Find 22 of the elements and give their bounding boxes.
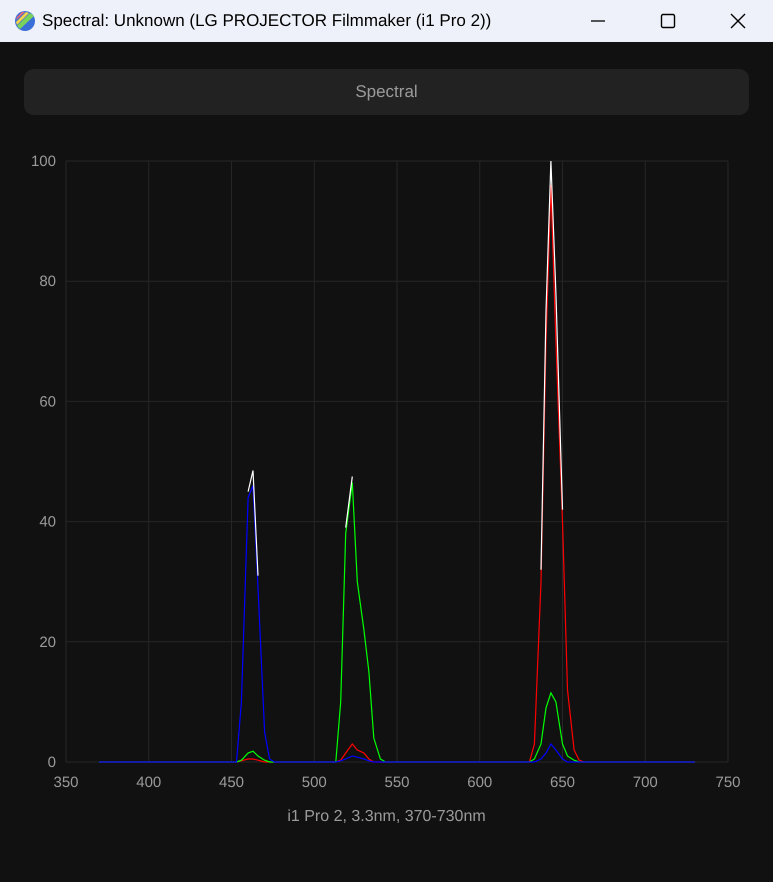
x-tick-label: 650 bbox=[550, 774, 576, 791]
x-tick-label: 750 bbox=[715, 774, 741, 791]
chart-caption: i1 Pro 2, 3.3nm, 370-730nm bbox=[287, 808, 486, 825]
minimize-icon bbox=[590, 20, 606, 22]
x-tick-label: 400 bbox=[136, 774, 162, 791]
x-tick-label: 600 bbox=[467, 774, 492, 791]
app-logo-icon bbox=[14, 10, 36, 32]
x-tick-label: 550 bbox=[384, 774, 410, 791]
maximize-icon bbox=[660, 13, 676, 29]
spectral-button[interactable]: Spectral bbox=[24, 69, 749, 115]
y-tick-label: 80 bbox=[39, 273, 56, 290]
y-tick-label: 20 bbox=[39, 634, 56, 651]
y-tick-label: 60 bbox=[39, 393, 56, 410]
x-tick-label: 450 bbox=[218, 774, 244, 791]
y-tick-label: 100 bbox=[30, 153, 56, 170]
y-tick-label: 40 bbox=[39, 514, 56, 531]
close-icon bbox=[730, 13, 746, 29]
x-tick-label: 700 bbox=[632, 774, 658, 791]
y-tick-label: 0 bbox=[48, 754, 56, 771]
window-title: Spectral: Unknown (LG PROJECTOR Filmmaker (i1 Pro 2)) bbox=[42, 10, 492, 32]
x-tick-label: 500 bbox=[302, 774, 327, 791]
x-tick-label: 350 bbox=[53, 774, 79, 791]
